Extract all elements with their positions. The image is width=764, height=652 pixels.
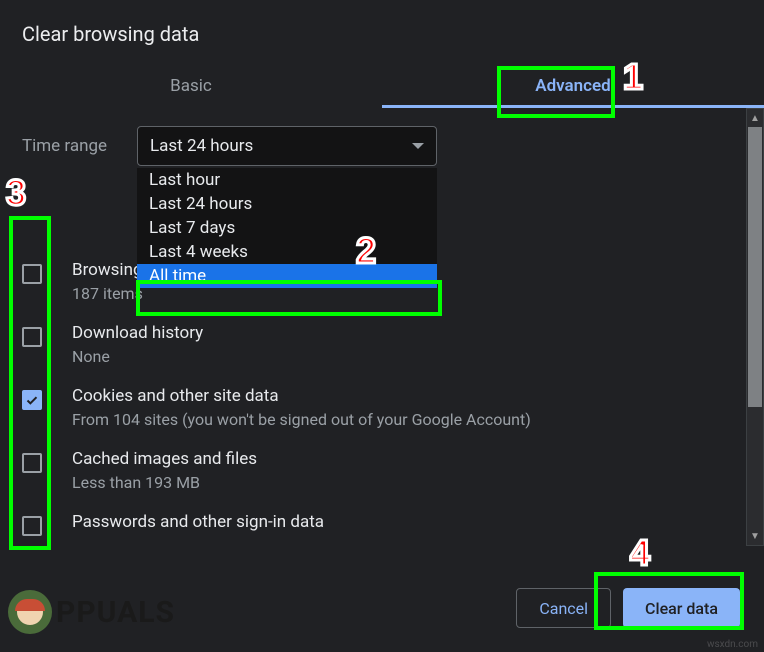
cancel-button[interactable]: Cancel [516, 588, 611, 628]
checkbox-passwords[interactable] [22, 516, 42, 536]
time-range-row: Time range Last 24 hours [0, 108, 764, 166]
dropdown-option-last-4-weeks[interactable]: Last 4 weeks [137, 240, 437, 264]
checkbox-cached-images[interactable] [22, 453, 42, 473]
list-item[interactable]: Download history None [22, 313, 724, 376]
time-range-selected-value: Last 24 hours [150, 136, 253, 156]
scrollbar[interactable]: ▲ ▼ [746, 108, 764, 546]
item-sub: Less than 193 MB [72, 473, 724, 492]
item-title: Cookies and other site data [72, 386, 724, 406]
dialog-title: Clear browsing data [0, 0, 764, 66]
tab-advanced[interactable]: Advanced [382, 66, 764, 108]
scrollbar-thumb[interactable] [748, 127, 762, 407]
item-sub: None [72, 347, 724, 366]
scroll-down-icon[interactable]: ▼ [747, 527, 763, 545]
item-title: Download history [72, 323, 724, 343]
item-title: Passwords and other sign-in data [72, 512, 724, 532]
clear-data-button[interactable]: Clear data [623, 588, 740, 628]
checkmark-icon [26, 396, 38, 405]
checkbox-download-history[interactable] [22, 327, 42, 347]
item-text: Cached images and files Less than 193 MB [72, 449, 724, 492]
list-item[interactable]: Cached images and files Less than 193 MB [22, 439, 724, 502]
item-title: Cached images and files [72, 449, 724, 469]
dropdown-option-last-hour[interactable]: Last hour [137, 168, 437, 192]
tab-bar: Basic Advanced [0, 66, 764, 108]
item-text: Passwords and other sign-in data [72, 512, 724, 536]
content-area: Time range Last 24 hours Last hour Last … [0, 108, 764, 546]
list-item[interactable]: Cookies and other site data From 104 sit… [22, 376, 724, 439]
item-text: Download history None [72, 323, 724, 366]
checkbox-cookies[interactable] [22, 390, 42, 410]
dropdown-option-all-time[interactable]: All time [137, 264, 437, 288]
chevron-down-icon [412, 143, 424, 149]
item-sub: From 104 sites (you won't be signed out … [72, 410, 724, 429]
appuals-logo: PPUALS [8, 590, 175, 634]
checkbox-browsing-history[interactable] [22, 264, 42, 284]
item-text: Cookies and other site data From 104 sit… [72, 386, 724, 429]
time-range-dropdown: Last hour Last 24 hours Last 7 days Last… [137, 168, 437, 288]
time-range-select[interactable]: Last 24 hours [137, 126, 437, 166]
scroll-up-icon[interactable]: ▲ [747, 109, 763, 127]
tab-basic[interactable]: Basic [0, 66, 382, 108]
watermark: wsxdn.com [707, 639, 758, 650]
list-item[interactable]: Passwords and other sign-in data [22, 502, 724, 546]
time-range-label: Time range [22, 136, 137, 156]
dropdown-option-last-24-hours[interactable]: Last 24 hours [137, 192, 437, 216]
logo-avatar-icon [8, 590, 52, 634]
logo-text: PPUALS [56, 595, 175, 630]
dropdown-option-last-7-days[interactable]: Last 7 days [137, 216, 437, 240]
